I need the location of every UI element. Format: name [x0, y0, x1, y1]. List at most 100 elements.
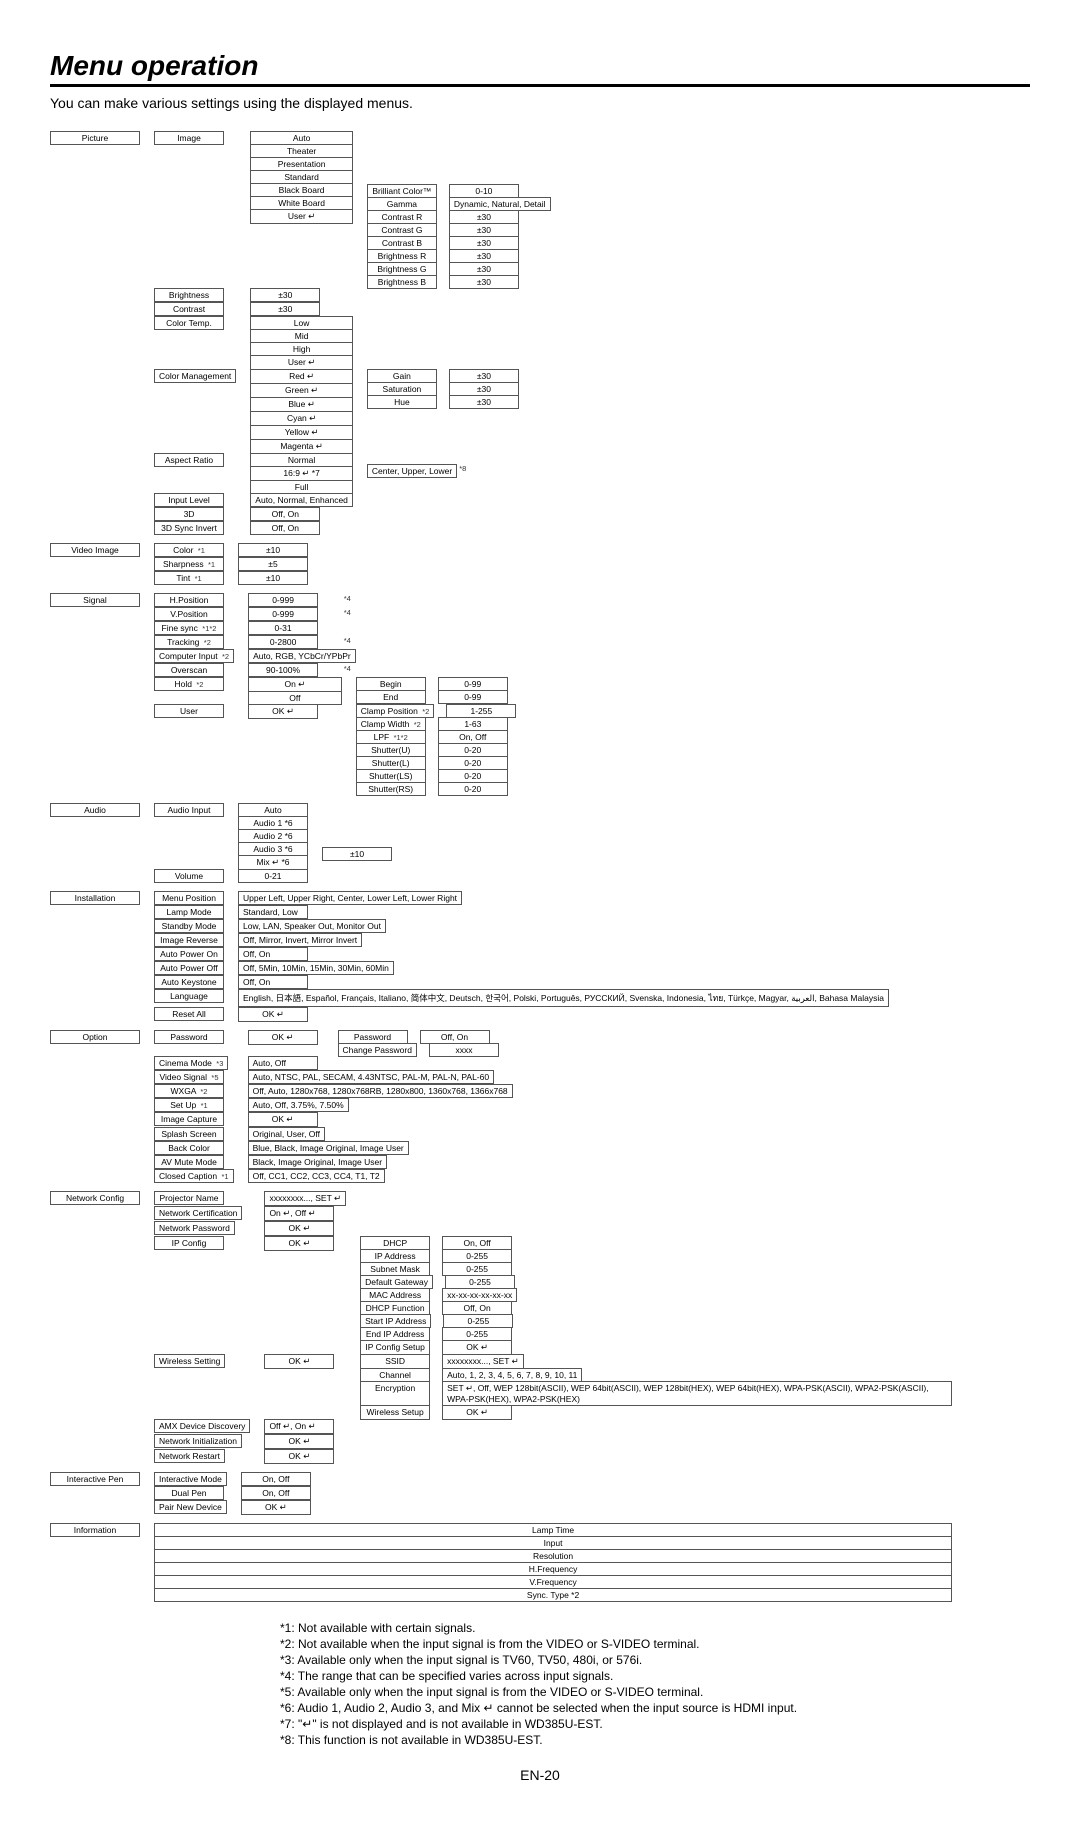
item-cg: Contrast G [367, 223, 437, 237]
val: xx-xx-xx-xx-xx-xx [442, 1288, 517, 1302]
item-brightness: Brightness [154, 288, 224, 302]
val: 0-255 [442, 1262, 512, 1276]
item-vpos: V.Position [154, 607, 224, 621]
val: Original, User, Off [248, 1127, 325, 1141]
val: xxxxxxxx..., SET ↵ [442, 1354, 524, 1369]
val: ±30 [449, 249, 519, 263]
val: ±30 [449, 262, 519, 276]
val: On, Off [241, 1472, 311, 1486]
val: OK ↵ [264, 1236, 334, 1251]
val: ±30 [250, 302, 320, 316]
item: MAC Address [360, 1288, 430, 1302]
opt: Off [248, 691, 342, 705]
val: ±30 [449, 223, 519, 237]
val: 0-999 [248, 607, 318, 621]
val: 0-99 [438, 690, 508, 704]
note: *2: Not available when the input signal … [280, 1637, 1030, 1651]
item: Default Gateway [360, 1275, 433, 1289]
val: Auto, Off, 3.75%, 7.50% [248, 1098, 349, 1112]
val: 1-63 [438, 717, 508, 731]
val: Off, On [442, 1301, 512, 1315]
item-cb: Contrast B [367, 236, 437, 250]
val: ±10 [238, 543, 308, 557]
val: Dynamic, Natural, Detail [449, 197, 551, 211]
item-sat: Saturation [367, 382, 437, 396]
val: 90-100% [248, 663, 318, 677]
item: Subnet Mask [360, 1262, 430, 1276]
item: Clamp Position *2 [356, 704, 435, 718]
item: Channel [360, 1368, 430, 1382]
opt: Auto [250, 131, 353, 145]
item-fsync: Fine sync *1*2 [154, 621, 224, 635]
val: 0-20 [438, 756, 508, 770]
menu-ipen: Interactive Pen [50, 1472, 140, 1486]
val: OK ↵ [248, 704, 318, 719]
item-overscan: Overscan [154, 663, 224, 677]
opt: Auto [238, 803, 308, 817]
item-br: Brightness R [367, 249, 437, 263]
item: Lamp Mode [154, 905, 224, 919]
val: 0-21 [238, 869, 308, 883]
val: ±30 [449, 236, 519, 250]
item-3d: 3D [154, 507, 224, 521]
note: *3: Available only when the input signal… [280, 1653, 1030, 1667]
menu-video-image: Video Image [50, 543, 140, 557]
val: OK ↵ [264, 1434, 334, 1449]
menu-installation: Installation [50, 891, 140, 905]
val: xxxxxxxx..., SET ↵ [264, 1191, 346, 1206]
val: OK ↵ [442, 1405, 512, 1420]
val: Off, On [238, 947, 308, 961]
item: Image Reverse [154, 933, 224, 947]
opt: Audio 2 *6 [238, 829, 308, 843]
item-hue: Hue [367, 395, 437, 409]
item: Language [154, 989, 224, 1003]
val: 0-20 [438, 782, 508, 796]
opt: Black Board [250, 183, 353, 197]
item-begin: Begin [356, 677, 426, 691]
note: *4: The range that can be specified vari… [280, 1669, 1030, 1683]
item: Pair New Device [154, 1500, 227, 1514]
item: DHCP Function [360, 1301, 430, 1315]
val: Center, Upper, Lower [367, 464, 457, 478]
opt: Normal [250, 453, 353, 467]
item: Cinema Mode *3 [154, 1056, 228, 1070]
menu-tree: Picture Image Auto Theater Presentation … [50, 131, 952, 1601]
val: 0-2800 [248, 635, 318, 649]
val: Off, On [420, 1030, 490, 1044]
val: OK ↵ [264, 1221, 334, 1236]
opt: Low [250, 316, 353, 330]
item-cr: Contrast R [367, 210, 437, 224]
item: Interactive Mode [154, 1472, 227, 1486]
item: Encryption [360, 1381, 430, 1406]
item-gain: Gain [367, 369, 437, 383]
item-volume: Volume [154, 869, 224, 883]
item-bg: Brightness G [367, 262, 437, 276]
val: On, Off [442, 1236, 512, 1250]
item-inputlvl: Input Level [154, 493, 224, 507]
opt: Full [250, 480, 353, 494]
val: OK ↵ [264, 1354, 334, 1369]
note: *8: This function is not available in WD… [280, 1733, 1030, 1747]
menu-signal: Signal [50, 593, 140, 607]
item: Start IP Address [360, 1314, 431, 1328]
val: On ↵, Off ↵ [264, 1206, 334, 1221]
val: OK ↵ [442, 1340, 512, 1355]
opt: Mid [250, 329, 353, 343]
opt: 16:9 ↵ *7 [250, 466, 353, 481]
opt: Green ↵ [250, 383, 353, 398]
item-hpos: H.Position [154, 593, 224, 607]
item: Standby Mode [154, 919, 224, 933]
item: AMX Device Discovery [154, 1419, 250, 1433]
val: On, Off [438, 730, 508, 744]
val: Off, CC1, CC2, CC3, CC4, T1, T2 [248, 1169, 385, 1183]
page-subtitle: You can make various settings using the … [50, 95, 1030, 111]
item: Network Initialization [154, 1434, 242, 1448]
item-end: End [356, 690, 426, 704]
item: Network Restart [154, 1449, 225, 1463]
note-marker: *8 [459, 464, 466, 478]
val: Upper Left, Upper Right, Center, Lower L… [238, 891, 462, 905]
val: ±30 [449, 369, 519, 383]
val: Standard, Low [238, 905, 308, 919]
item-gamma: Gamma [367, 197, 437, 211]
opt: Blue ↵ [250, 397, 353, 412]
